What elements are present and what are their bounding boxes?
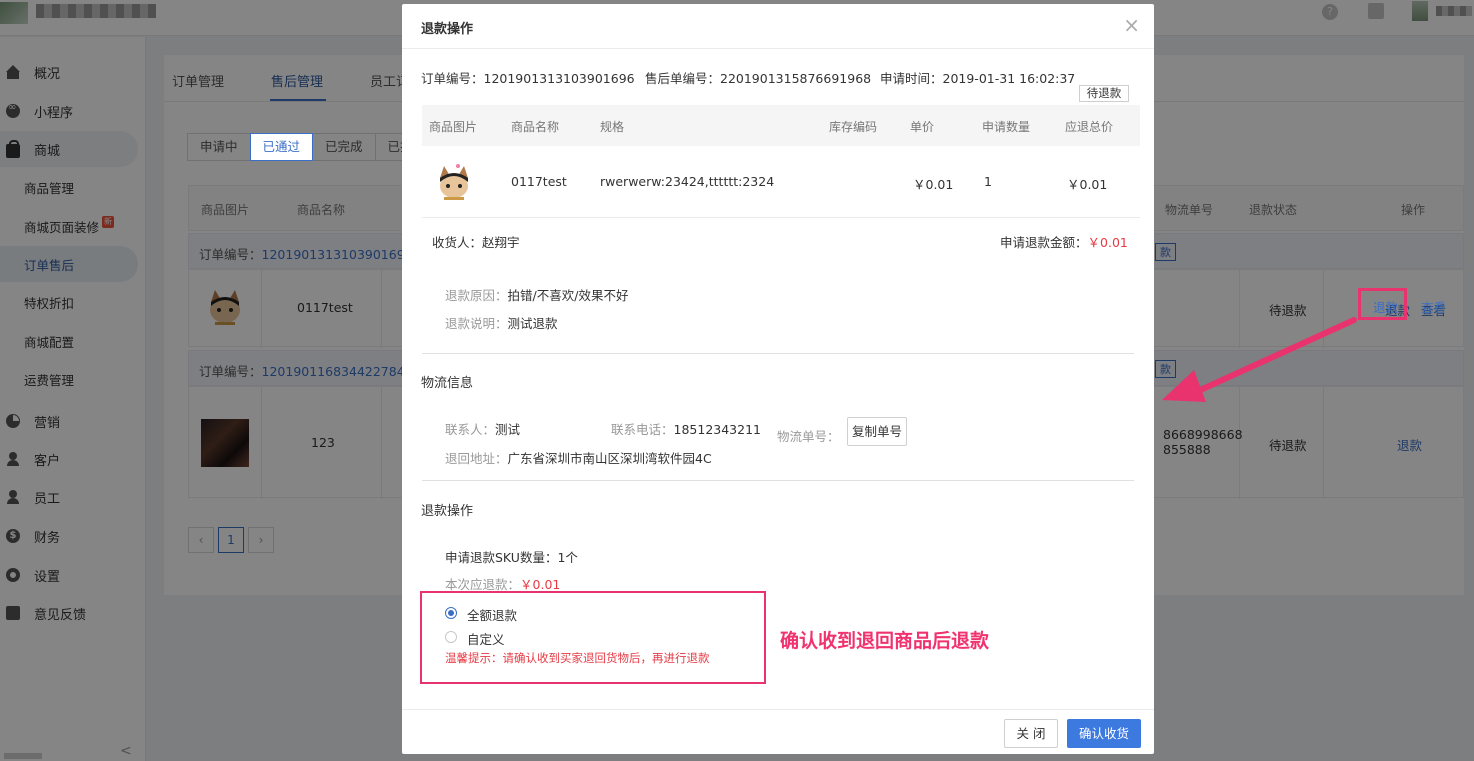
refund-link-highlighted[interactable]: 退款: [1373, 297, 1398, 316]
product-name: 0117test: [511, 174, 567, 189]
refund-reason: 退款原因：拍错/不喜欢/效果不好: [445, 288, 629, 303]
refund-description: 退款说明：测试退款: [445, 316, 558, 331]
return-address: 退回地址：广东省深圳市南山区深圳湾软件园4C: [445, 451, 712, 466]
product-qty: 1: [984, 174, 992, 189]
product-spec: rwerwerw:23424,tttttt:2324: [600, 174, 775, 189]
annotation-highlight-box: [420, 591, 766, 684]
status-tab-approved[interactable]: 已通过: [249, 133, 314, 161]
product-price: ￥0.01: [913, 177, 954, 192]
receiver: 收货人：赵翔宇: [432, 235, 520, 250]
goods-table-header: 商品图片 商品名称 规格 库存编码 单价 申请数量 应退总价: [422, 105, 1140, 146]
copy-tracking-button[interactable]: 复制单号: [847, 417, 907, 446]
view-link-dimmed[interactable]: 查看: [1421, 297, 1446, 316]
status-badge: 待退款: [1079, 85, 1129, 102]
contact: 联系人：测试: [445, 422, 521, 437]
close-button[interactable]: 关 闭: [1004, 719, 1058, 748]
col-price: 单价: [910, 120, 935, 134]
dialog-footer: 关 闭 确认收货: [402, 709, 1154, 754]
product-thumbnail: [436, 162, 472, 202]
col-qty: 申请数量: [982, 120, 1031, 134]
after-sale-number: 售后单编号：2201901315876691968: [645, 71, 872, 86]
logistics-section-title: 物流信息: [421, 376, 474, 391]
tracking-number-label: 物流单号：: [777, 429, 840, 444]
dialog-header: 退款操作 ×: [402, 4, 1154, 49]
close-icon[interactable]: ×: [1123, 13, 1140, 37]
phone: 联系电话：18512343211: [611, 422, 761, 437]
dialog-title: 退款操作: [421, 22, 474, 37]
table-row: 0117test rwerwerw:23424,tttttt:2324 ￥0.0…: [422, 146, 1140, 218]
confirm-receipt-button[interactable]: 确认收货: [1067, 719, 1141, 748]
refund-op-section-title: 退款操作: [421, 504, 474, 519]
apply-time: 申请时间：2019-01-31 16:02:37: [880, 71, 1076, 86]
sku-count: 申请退款SKU数量：1个: [445, 550, 578, 565]
refund-amount: 申请退款金额：￥0.01: [1000, 235, 1128, 250]
col-spec: 规格: [600, 120, 625, 134]
divider: [422, 353, 1134, 354]
col-name: 商品名称: [511, 120, 560, 134]
col-image: 商品图片: [429, 120, 478, 134]
order-number: 订单编号：1201901313103901696: [421, 71, 635, 86]
annotation-text: 确认收到退回商品后退款: [780, 630, 990, 652]
product-total: ￥0.01: [1067, 177, 1108, 192]
col-sku: 库存编码: [829, 120, 878, 134]
col-total: 应退总价: [1065, 120, 1114, 134]
divider: [422, 480, 1134, 481]
